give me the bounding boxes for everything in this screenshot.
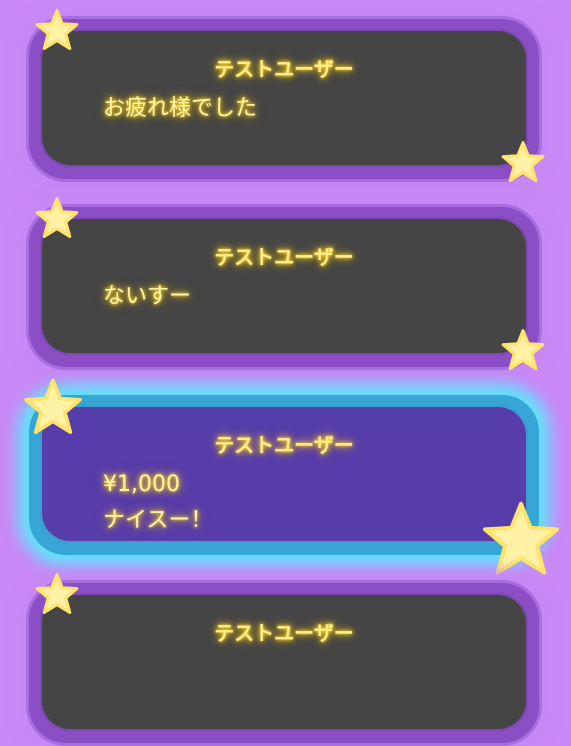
chat-message-body: テストユーザー お疲れ様でした [40,29,528,167]
star-icon [501,328,545,372]
message-username: テストユーザー [214,245,354,269]
message-text-content: ないすー [103,284,192,309]
star-icon [481,499,561,579]
message-text: ないすー [103,279,191,315]
background-divider [0,188,571,200]
chat-message-card-paid: テストユーザー ¥1,000 ナイスー！ [24,378,559,575]
message-text-content: お疲れ様でした [103,96,258,121]
chat-message-body: テストユーザー [40,593,528,731]
star-icon [35,572,79,616]
message-username: テストユーザー [214,621,354,645]
donation-amount: ¥1,000 [103,472,180,497]
message-username: テストユーザー [214,57,354,81]
message-text-content: ナイスー！ [103,508,213,533]
message-text: ¥1,000 ナイスー！ [103,467,212,539]
chat-message-card: テストユーザー [26,573,542,746]
chat-message-body: テストユーザー ¥1,000 ナイスー！ [40,405,528,543]
star-icon [35,196,79,240]
chat-message-body: テストユーザー ないすー [40,217,528,355]
star-icon [501,140,545,184]
chat-message-card: テストユーザー お疲れ様でした [26,9,545,184]
message-username: テストユーザー [214,433,354,457]
message-text: お疲れ様でした [103,91,257,127]
star-icon [35,8,79,52]
star-icon [23,377,83,437]
chat-message-card: テストユーザー ないすー [26,197,545,372]
